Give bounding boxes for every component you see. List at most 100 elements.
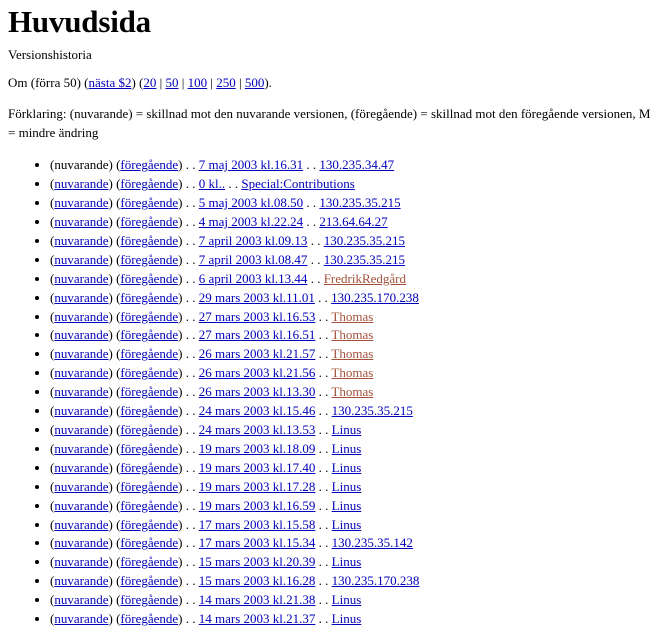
pager-next-link[interactable]: nästa $2 (89, 75, 132, 90)
diff-previous-link[interactable]: föregående (120, 252, 178, 267)
pager-count-link-500[interactable]: 500 (245, 75, 265, 90)
diff-current-link[interactable]: nuvarande (54, 422, 108, 437)
pager-count-link-50[interactable]: 50 (166, 75, 179, 90)
diff-current-link[interactable]: nuvarande (54, 535, 108, 550)
revision-user-link[interactable]: 130.235.35.215 (324, 252, 405, 267)
revision-date-link[interactable]: 17 mars 2003 kl.15.58 (199, 517, 316, 532)
diff-current-link[interactable]: nuvarande (54, 346, 108, 361)
diff-previous-link[interactable]: föregående (120, 290, 178, 305)
diff-current-link[interactable]: nuvarande (54, 441, 108, 456)
diff-previous-link[interactable]: föregående (120, 460, 178, 475)
diff-current-link[interactable]: nuvarande (54, 384, 108, 399)
revision-date-link[interactable]: 26 mars 2003 kl.21.56 (199, 365, 316, 380)
revision-user-link[interactable]: 130.235.170.238 (331, 290, 419, 305)
diff-current-link[interactable]: nuvarande (54, 309, 108, 324)
revision-user-link[interactable]: Thomas (331, 384, 373, 399)
revision-date-link[interactable]: 26 mars 2003 kl.21.57 (199, 346, 316, 361)
diff-current-link[interactable]: nuvarande (54, 327, 108, 342)
diff-previous-link[interactable]: föregående (120, 233, 178, 248)
revision-date-link[interactable]: 14 mars 2003 kl.21.38 (199, 592, 316, 607)
diff-current-link[interactable]: nuvarande (54, 271, 108, 286)
diff-current-link[interactable]: nuvarande (54, 479, 108, 494)
revision-date-link[interactable]: 19 mars 2003 kl.17.28 (199, 479, 316, 494)
revision-user-link[interactable]: 130.235.34.47 (319, 157, 394, 172)
revision-date-link[interactable]: 0 kl.. (199, 176, 225, 191)
revision-date-link[interactable]: 29 mars 2003 kl.11.01 (199, 290, 315, 305)
revision-date-link[interactable]: 27 mars 2003 kl.16.51 (199, 327, 316, 342)
revision-user-link[interactable]: 130.235.170.238 (332, 573, 420, 588)
revision-user-link[interactable]: Linus (332, 479, 362, 494)
revision-date-link[interactable]: 15 mars 2003 kl.20.39 (199, 554, 316, 569)
revision-user-link[interactable]: 130.235.35.215 (324, 233, 405, 248)
diff-previous-link[interactable]: föregående (120, 554, 178, 569)
revision-user-link[interactable]: Thomas (331, 365, 373, 380)
revision-date-link[interactable]: 7 april 2003 kl.08.47 (199, 252, 308, 267)
diff-previous-link[interactable]: föregående (120, 592, 178, 607)
revision-date-link[interactable]: 24 mars 2003 kl.13.53 (199, 422, 316, 437)
revision-user-link[interactable]: Linus (332, 498, 362, 513)
revision-user-link[interactable]: 213.64.64.27 (319, 214, 387, 229)
pager-count-link-100[interactable]: 100 (188, 75, 208, 90)
revision-date-link[interactable]: 4 maj 2003 kl.22.24 (199, 214, 303, 229)
revision-date-link[interactable]: 27 mars 2003 kl.16.53 (199, 309, 316, 324)
diff-current-link[interactable]: nuvarande (54, 403, 108, 418)
revision-user-link[interactable]: Special:Contributions (241, 176, 354, 191)
diff-previous-link[interactable]: föregående (120, 517, 178, 532)
diff-previous-link[interactable]: föregående (120, 271, 178, 286)
diff-current-link[interactable]: nuvarande (54, 290, 108, 305)
revision-date-link[interactable]: 24 mars 2003 kl.15.46 (199, 403, 316, 418)
revision-user-link[interactable]: 130.235.35.215 (332, 403, 413, 418)
revision-date-link[interactable]: 15 mars 2003 kl.16.28 (199, 573, 316, 588)
diff-current-link[interactable]: nuvarande (54, 517, 108, 532)
revision-user-link[interactable]: FredrikRedgård (324, 271, 406, 286)
diff-previous-link[interactable]: föregående (120, 479, 178, 494)
diff-current-link[interactable]: nuvarande (54, 233, 108, 248)
diff-current-link[interactable]: nuvarande (54, 460, 108, 475)
diff-previous-link[interactable]: föregående (120, 384, 178, 399)
diff-current-link[interactable]: nuvarande (54, 573, 108, 588)
diff-previous-link[interactable]: föregående (120, 309, 178, 324)
diff-previous-link[interactable]: föregående (120, 498, 178, 513)
revision-date-link[interactable]: 19 mars 2003 kl.18.09 (199, 441, 316, 456)
revision-user-link[interactable]: Linus (332, 460, 362, 475)
diff-previous-link[interactable]: föregående (120, 214, 178, 229)
diff-current-link[interactable]: nuvarande (54, 498, 108, 513)
revision-date-link[interactable]: 17 mars 2003 kl.15.34 (199, 535, 316, 550)
diff-current-link[interactable]: nuvarande (54, 592, 108, 607)
revision-date-link[interactable]: 5 maj 2003 kl.08.50 (199, 195, 303, 210)
revision-date-link[interactable]: 6 april 2003 kl.13.44 (199, 271, 308, 286)
revision-user-link[interactable]: Thomas (331, 346, 373, 361)
diff-previous-link[interactable]: föregående (120, 176, 178, 191)
diff-previous-link[interactable]: föregående (120, 422, 178, 437)
revision-user-link[interactable]: Linus (332, 517, 362, 532)
diff-current-link[interactable]: nuvarande (54, 554, 108, 569)
diff-previous-link[interactable]: föregående (120, 157, 178, 172)
diff-current-link[interactable]: nuvarande (54, 252, 108, 267)
revision-user-link[interactable]: Thomas (331, 309, 373, 324)
revision-user-link[interactable]: Thomas (331, 327, 373, 342)
revision-user-link[interactable]: 130.235.35.215 (319, 195, 400, 210)
diff-current-link[interactable]: nuvarande (54, 214, 108, 229)
diff-previous-link[interactable]: föregående (120, 403, 178, 418)
diff-current-link[interactable]: nuvarande (54, 195, 108, 210)
pager-count-link-20[interactable]: 20 (143, 75, 156, 90)
revision-user-link[interactable]: Linus (332, 592, 362, 607)
revision-user-link[interactable]: Linus (332, 422, 362, 437)
revision-date-link[interactable]: 19 mars 2003 kl.16.59 (199, 498, 316, 513)
revision-date-link[interactable]: 7 april 2003 kl.09.13 (199, 233, 308, 248)
revision-date-link[interactable]: 19 mars 2003 kl.17.40 (199, 460, 316, 475)
revision-user-link[interactable]: Linus (332, 554, 362, 569)
diff-current-link[interactable]: nuvarande (54, 365, 108, 380)
diff-current-link[interactable]: nuvarande (54, 176, 108, 191)
diff-previous-link[interactable]: föregående (120, 365, 178, 380)
diff-previous-link[interactable]: föregående (120, 327, 178, 342)
revision-date-link[interactable]: 26 mars 2003 kl.13.30 (199, 384, 316, 399)
diff-previous-link[interactable]: föregående (120, 195, 178, 210)
diff-previous-link[interactable]: föregående (120, 441, 178, 456)
diff-previous-link[interactable]: föregående (120, 535, 178, 550)
diff-previous-link[interactable]: föregående (120, 573, 178, 588)
revision-user-link[interactable]: Linus (332, 441, 362, 456)
revision-user-link[interactable]: 130.235.35.142 (332, 535, 413, 550)
pager-count-link-250[interactable]: 250 (216, 75, 236, 90)
revision-date-link[interactable]: 7 maj 2003 kl.16.31 (199, 157, 303, 172)
